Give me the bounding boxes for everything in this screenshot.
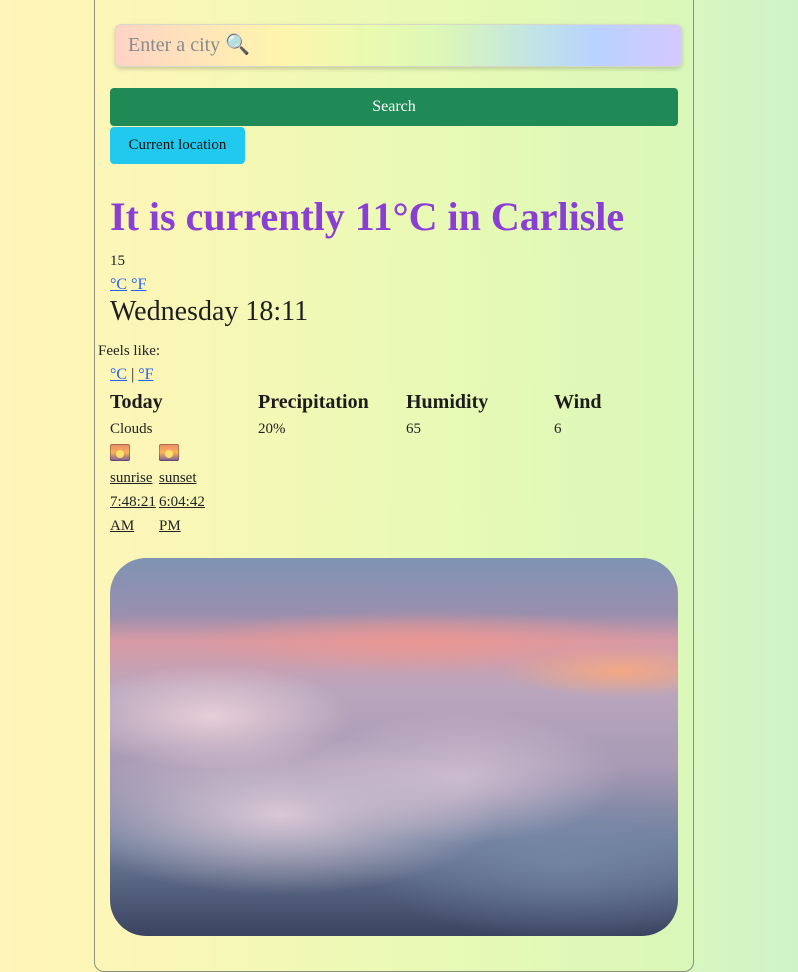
feels-like-fahrenheit-link[interactable]: °F	[138, 366, 153, 383]
current-weather-headline: It is currently 11°C in Carlisle	[110, 194, 625, 239]
temperature-value: 15	[110, 253, 125, 269]
feels-like-celsius-link[interactable]: °C	[110, 366, 127, 383]
current-location-button[interactable]: Current location	[110, 127, 245, 164]
feels-like-label: Feels like:	[98, 343, 161, 359]
wind-header: Wind	[554, 391, 602, 413]
feels-like-unit-toggle: °C | °F	[110, 366, 154, 384]
city-search-input[interactable]	[115, 24, 682, 67]
unit-toggle: °C °F	[110, 276, 146, 294]
precipitation-header: Precipitation	[258, 391, 369, 413]
sunset-icon	[159, 444, 179, 461]
unit-separator: |	[131, 366, 135, 383]
sky-clouds-image	[110, 558, 678, 936]
sunset-info: sunset 6:04:42 PM	[159, 466, 205, 538]
sunset-time: 6:04:42	[159, 494, 205, 510]
sunrise-info: sunrise 7:48:21 AM	[110, 466, 156, 538]
fahrenheit-link[interactable]: °F	[131, 276, 146, 293]
date-time: Wednesday 18:11	[110, 296, 309, 327]
search-button[interactable]: Search	[110, 88, 678, 126]
sunrise-time: 7:48:21	[110, 494, 156, 510]
celsius-link[interactable]: °C	[110, 276, 127, 293]
wind-value: 6	[554, 421, 562, 437]
sunrise-icon	[110, 444, 130, 461]
sunset-label: sunset	[159, 470, 197, 486]
humidity-header: Humidity	[406, 391, 489, 413]
condition-value: Clouds	[110, 421, 153, 437]
humidity-value: 65	[406, 421, 421, 437]
sunset-period: PM	[159, 518, 181, 534]
today-header: Today	[110, 391, 163, 413]
sunrise-label: sunrise	[110, 470, 153, 486]
precipitation-value: 20%	[258, 421, 286, 437]
sunrise-period: AM	[110, 518, 135, 534]
